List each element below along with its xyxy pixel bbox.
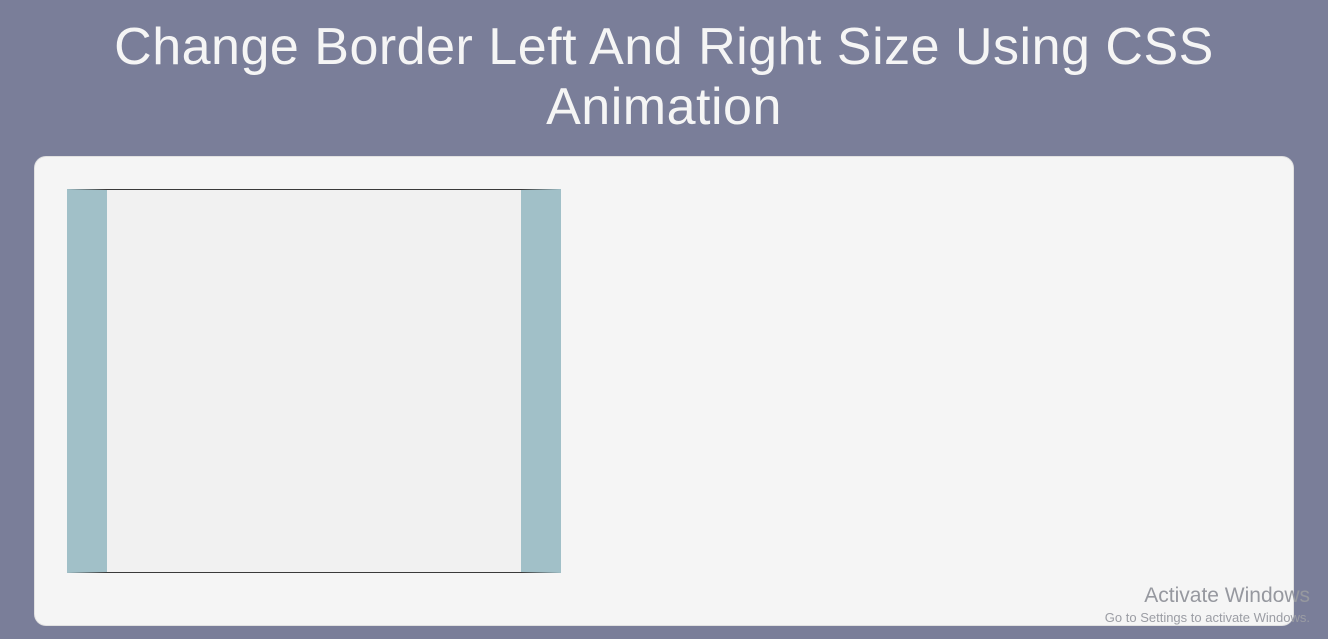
page-title: Change Border Left And Right Size Using … — [0, 0, 1328, 138]
demo-container — [34, 156, 1294, 626]
animated-border-box — [67, 189, 561, 573]
